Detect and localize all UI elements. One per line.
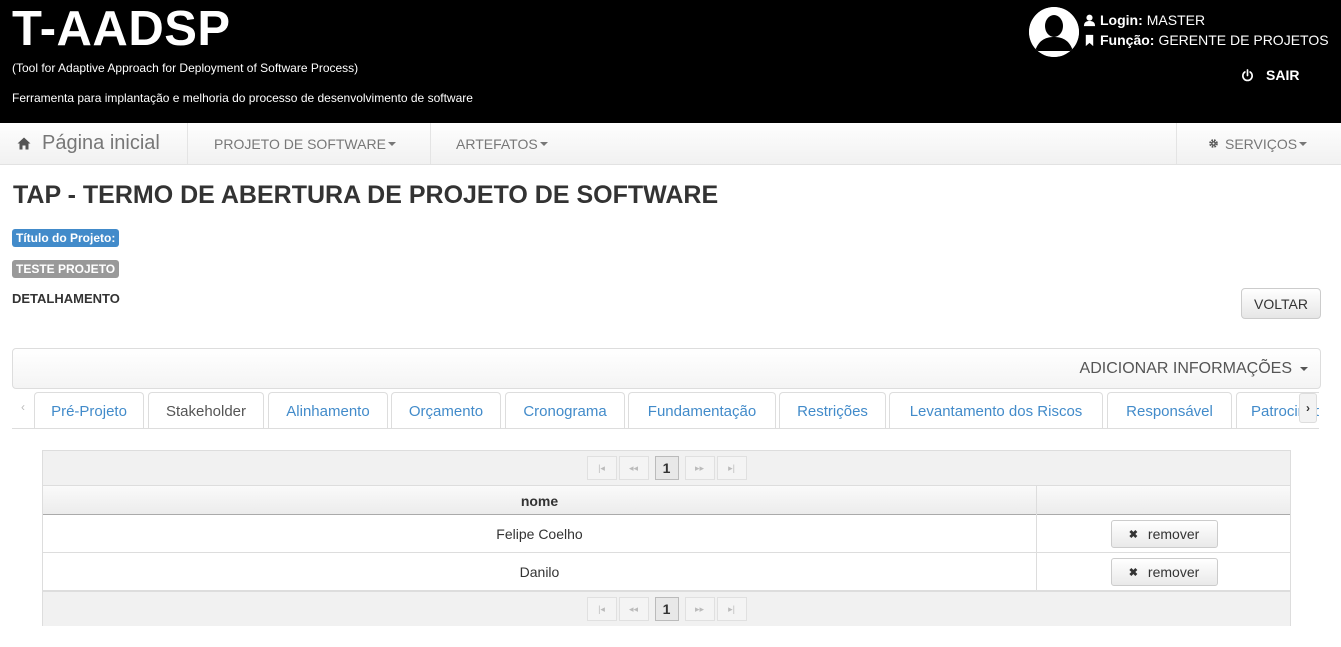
next-page-icon[interactable]: ▸▸ xyxy=(684,597,715,621)
app-subtitle-english: (Tool for Adaptive Approach for Deployme… xyxy=(12,61,359,75)
main-navbar: Página inicial PROJETO DE SOFTWARE ARTEF… xyxy=(0,123,1341,165)
chevron-down-icon xyxy=(387,141,396,146)
paginator-top: |◂ ◂◂ 1 ▸▸ ▸| xyxy=(43,451,1290,486)
section-label: DETALHAMENTO xyxy=(12,291,120,306)
nav-item-label: PROJETO DE SOFTWARE xyxy=(214,135,386,152)
page-number[interactable]: 1 xyxy=(654,456,679,480)
login-info: Login: MASTER xyxy=(1083,12,1205,28)
first-page-icon[interactable]: |◂ xyxy=(586,456,617,480)
remove-label: remover xyxy=(1147,526,1200,542)
add-info-bar: ADICIONAR INFORMAÇÕES xyxy=(12,348,1321,389)
app-subtitle-portuguese: Ferramenta para implantação e melhoria d… xyxy=(12,91,473,105)
close-icon: ✖ xyxy=(1128,566,1138,579)
tab-fundamentacao[interactable]: Fundamentação xyxy=(628,392,776,428)
tab-responsavel[interactable]: Responsável xyxy=(1107,392,1232,428)
app-header: T-AADSP (Tool for Adaptive Approach for … xyxy=(0,0,1341,123)
close-icon: ✖ xyxy=(1128,528,1138,541)
column-header-actions xyxy=(1037,486,1291,515)
tab-stakeholder[interactable]: Stakeholder xyxy=(148,392,264,428)
gear-icon xyxy=(1209,139,1218,148)
nav-home-link[interactable]: Página inicial xyxy=(0,123,188,164)
tab-alinhamento[interactable]: Alinhamento xyxy=(268,392,388,428)
tab-levantamento-riscos[interactable]: Levantamento dos Riscos xyxy=(889,392,1103,428)
table-header: nome xyxy=(43,486,1290,515)
page-number[interactable]: 1 xyxy=(654,597,679,621)
tabs-scroll-right-icon[interactable]: › xyxy=(1299,393,1317,423)
remove-button[interactable]: ✖ remover xyxy=(1110,558,1218,586)
nav-projeto-software-dropdown[interactable]: PROJETO DE SOFTWARE xyxy=(189,123,431,164)
table-row: Danilo ✖ remover xyxy=(43,553,1290,591)
first-page-icon[interactable]: |◂ xyxy=(586,597,617,621)
avatar xyxy=(1029,7,1079,57)
prev-page-icon[interactable]: ◂◂ xyxy=(618,456,649,480)
login-value: MASTER xyxy=(1146,12,1206,28)
nav-item-label: ARTEFATOS xyxy=(456,135,538,152)
logout-button[interactable]: SAIR xyxy=(1241,67,1299,83)
cell-actions: ✖ remover xyxy=(1037,515,1291,553)
login-label: Login: xyxy=(1100,12,1143,28)
tab-bar: Pré-Projeto Stakeholder Alinhamento Orça… xyxy=(12,392,1319,429)
nav-artefatos-dropdown[interactable]: ARTEFATOS xyxy=(431,123,581,164)
back-button[interactable]: VOLTAR xyxy=(1241,288,1321,319)
chevron-down-icon xyxy=(1300,367,1308,371)
page-title: TAP - TERMO DE ABERTURA DE PROJETO DE SO… xyxy=(13,181,719,209)
remove-label: remover xyxy=(1147,564,1200,580)
cell-actions: ✖ remover xyxy=(1037,553,1291,591)
role-info: Função: GERENTE DE PROJETOS xyxy=(1083,32,1329,48)
column-header-nome[interactable]: nome xyxy=(43,486,1036,515)
nav-item-label: SERVIÇOS xyxy=(1225,135,1298,152)
bookmark-icon xyxy=(1085,34,1094,46)
table-row: Felipe Coelho ✖ remover xyxy=(43,515,1290,553)
next-page-icon[interactable]: ▸▸ xyxy=(684,456,715,480)
role-label: Função: xyxy=(1100,32,1155,48)
remove-button[interactable]: ✖ remover xyxy=(1110,520,1218,548)
tab-pre-projeto[interactable]: Pré-Projeto xyxy=(34,392,144,428)
avatar-silhouette-icon xyxy=(1029,7,1079,57)
project-name-badge: TESTE PROJETO xyxy=(12,260,120,278)
user-icon xyxy=(1083,14,1096,26)
tab-cronograma[interactable]: Cronograma xyxy=(505,392,625,428)
stakeholder-table: |◂ ◂◂ 1 ▸▸ ▸| nome Felipe Coelho ✖ remov… xyxy=(42,450,1291,626)
tab-orcamento[interactable]: Orçamento xyxy=(391,392,501,428)
nav-servicos-dropdown[interactable]: SERVIÇOS xyxy=(1176,123,1341,164)
prev-page-icon[interactable]: ◂◂ xyxy=(618,597,649,621)
chevron-down-icon xyxy=(1299,141,1308,146)
paginator-bottom: |◂ ◂◂ 1 ▸▸ ▸| xyxy=(43,591,1290,626)
cell-nome: Felipe Coelho xyxy=(496,526,583,542)
nav-home-label: Página inicial xyxy=(42,132,160,154)
tab-restricoes[interactable]: Restrições xyxy=(779,392,886,428)
chevron-down-icon xyxy=(539,141,548,146)
last-page-icon[interactable]: ▸| xyxy=(716,597,747,621)
power-icon xyxy=(1242,68,1253,81)
last-page-icon[interactable]: ▸| xyxy=(716,456,747,480)
add-info-dropdown[interactable]: ADICIONAR INFORMAÇÕES xyxy=(1080,360,1308,378)
logout-label: SAIR xyxy=(1266,67,1300,83)
cell-nome: Danilo xyxy=(519,564,560,580)
app-title: T-AADSP xyxy=(12,2,231,56)
project-title-label: Título do Projeto: xyxy=(12,229,120,247)
home-icon xyxy=(17,137,31,150)
role-value: GERENTE DE PROJETOS xyxy=(1158,32,1329,48)
add-info-label: ADICIONAR INFORMAÇÕES xyxy=(1079,360,1292,377)
